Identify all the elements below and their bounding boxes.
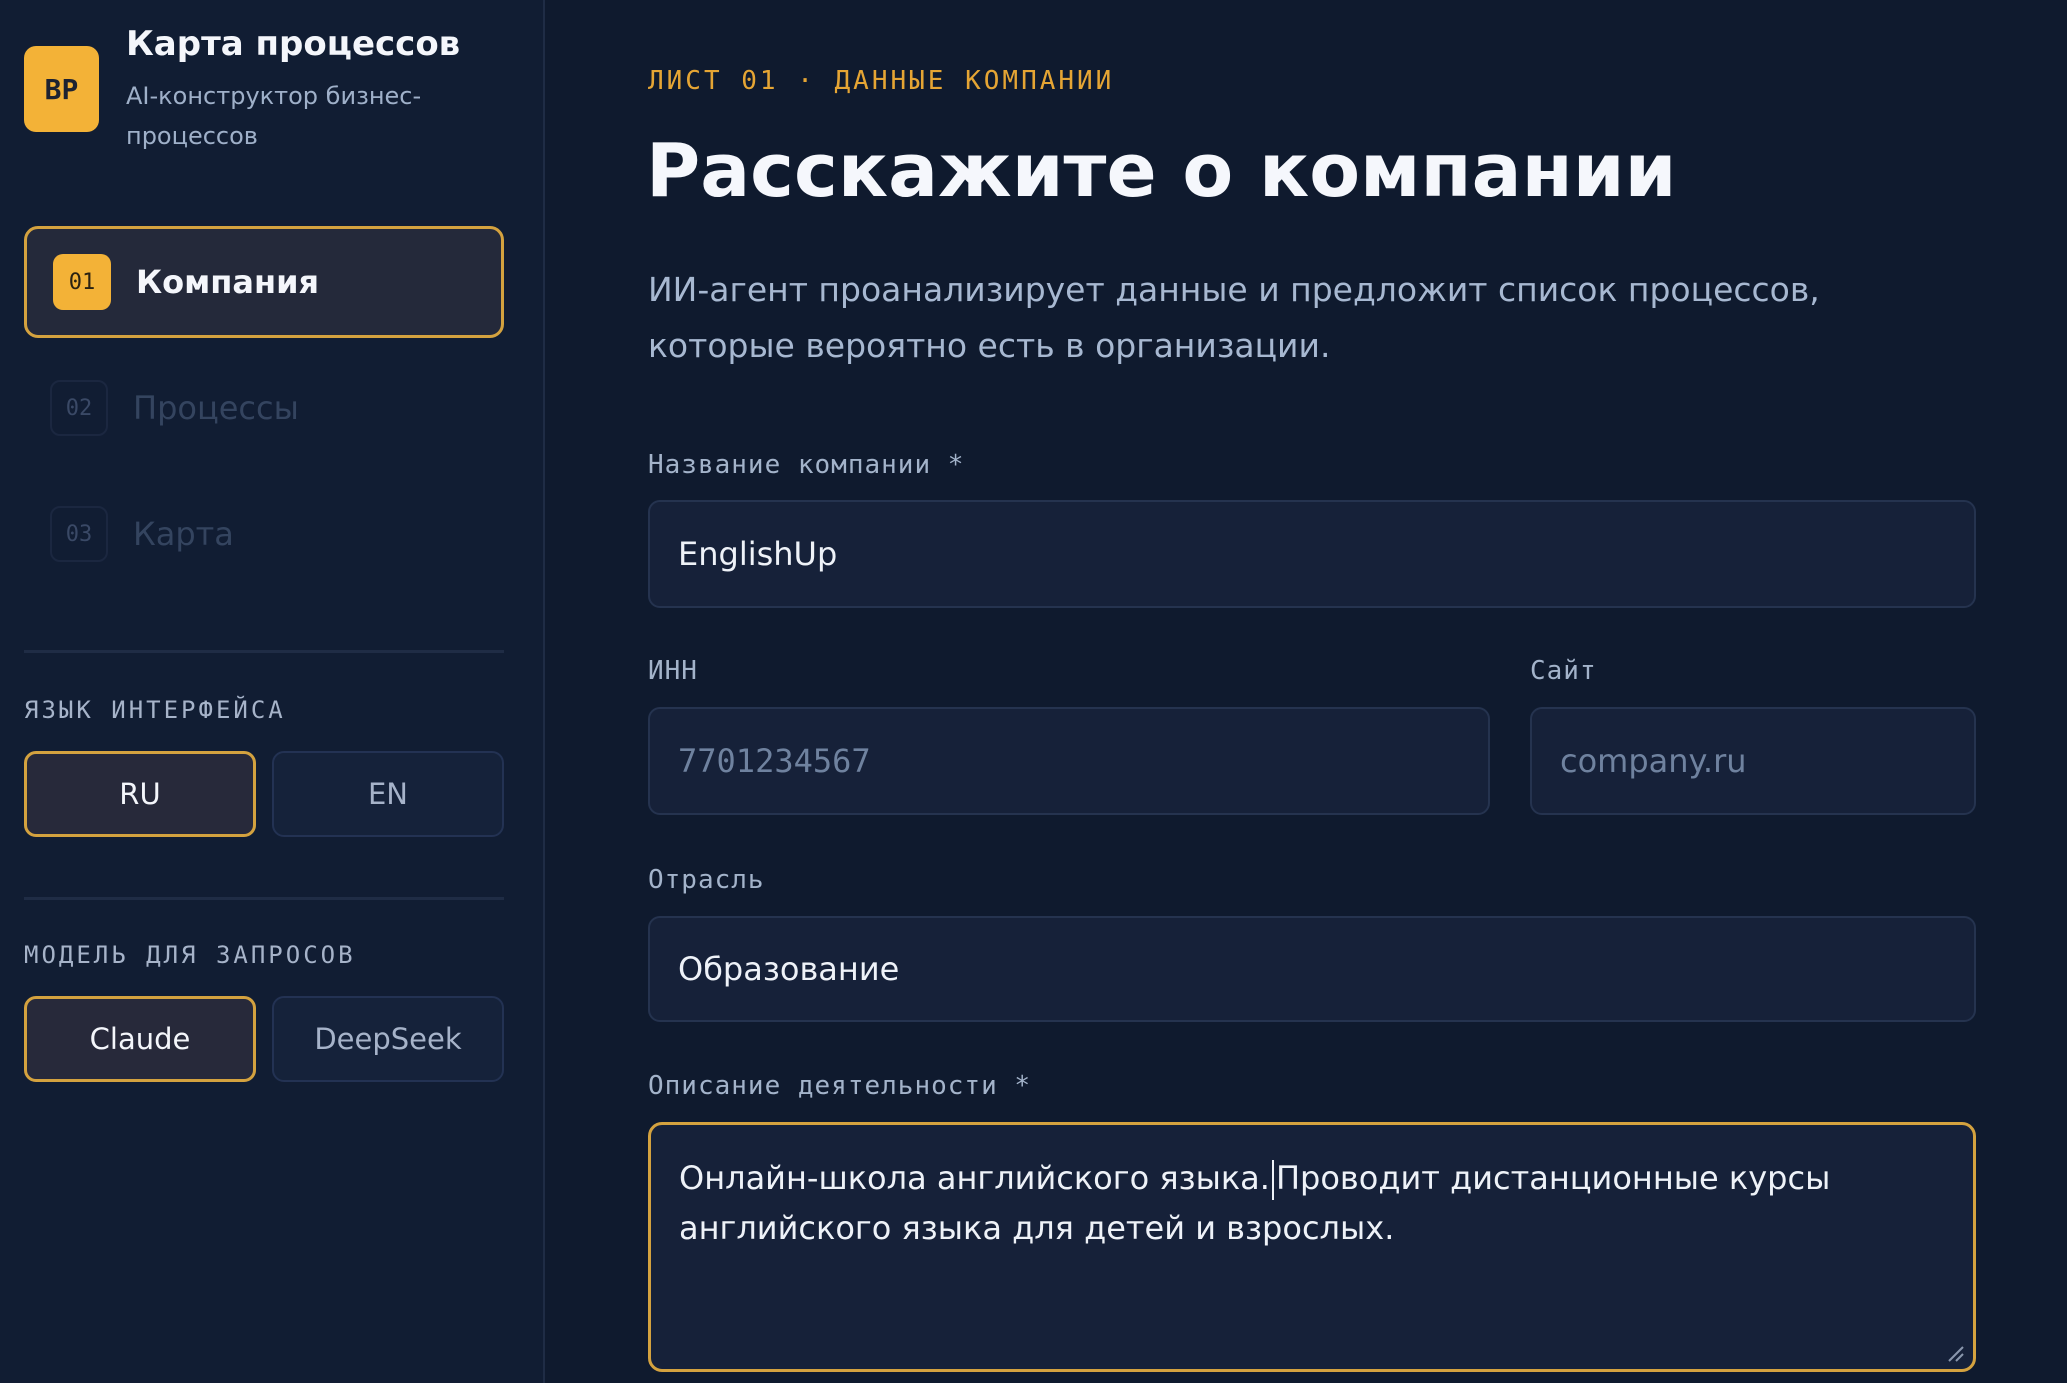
nav-step-number: 02 (50, 380, 108, 436)
nav-item-map[interactable]: 03 Карта (24, 478, 504, 590)
inn-placeholder: 7701234567 (678, 742, 871, 780)
resize-handle-icon[interactable] (1945, 1343, 1965, 1363)
nav-step-number: 01 (53, 254, 111, 310)
language-section-title: ЯЗЫК ИНТЕРФЕЙСА (24, 696, 286, 724)
logo: BP (24, 46, 99, 132)
company-name-label: Название компании * (648, 450, 965, 480)
industry-label: Отрасль (648, 865, 765, 895)
site-label: Сайт (1530, 656, 1597, 686)
company-name-value: EnglishUp (678, 535, 838, 573)
main-content: ЛИСТ 01 · ДАННЫЕ КОМПАНИИ Расскажите о к… (547, 0, 2067, 1383)
sidebar: BP Карта процессов AI-конструктор бизнес… (0, 0, 545, 1383)
page-description: ИИ-агент проанализирует данные и предлож… (648, 270, 1820, 365)
description-textarea[interactable]: Онлайн-школа английского языка. Проводит … (648, 1122, 1976, 1372)
nav-item-company[interactable]: 01 Компания (24, 226, 504, 338)
model-deepseek-button[interactable]: DeepSeek (272, 996, 504, 1082)
nav-item-processes[interactable]: 02 Процессы (24, 352, 504, 464)
description-label: Описание деятельности * (648, 1071, 1032, 1101)
app-title: Карта процессов (126, 24, 461, 64)
industry-value: Образование (678, 950, 900, 988)
company-name-input[interactable]: EnglishUp (648, 500, 1976, 608)
app-subtitle: AI-конструктор бизнес-процессов (126, 82, 422, 150)
sheet-kicker: ЛИСТ 01 · ДАННЫЕ КОМПАНИИ (648, 66, 1115, 96)
nav-item-label: Карта (133, 515, 234, 553)
site-input[interactable]: company.ru (1530, 707, 1976, 815)
brand: BP Карта процессов AI-конструктор бизнес… (24, 24, 524, 154)
text-caret (1271, 1160, 1274, 1200)
inn-input[interactable]: 7701234567 (648, 707, 1490, 815)
description-text-before-caret: Онлайн-школа английского языка. (679, 1159, 1270, 1197)
industry-input[interactable]: Образование (648, 916, 1976, 1022)
model-section-title: МОДЕЛЬ ДЛЯ ЗАПРОСОВ (24, 941, 356, 969)
nav-item-label: Компания (136, 263, 320, 301)
app: BP Карта процессов AI-конструктор бизнес… (0, 0, 2067, 1383)
divider (24, 897, 504, 900)
site-placeholder: company.ru (1560, 742, 1747, 780)
page-title: Расскажите о компании (646, 128, 1677, 214)
nav-item-label: Процессы (133, 389, 299, 427)
inn-label: ИНН (648, 656, 698, 686)
divider (24, 650, 504, 653)
nav-step-number: 03 (50, 506, 108, 562)
language-en-button[interactable]: EN (272, 751, 504, 837)
language-ru-button[interactable]: RU (24, 751, 256, 837)
model-claude-button[interactable]: Claude (24, 996, 256, 1082)
